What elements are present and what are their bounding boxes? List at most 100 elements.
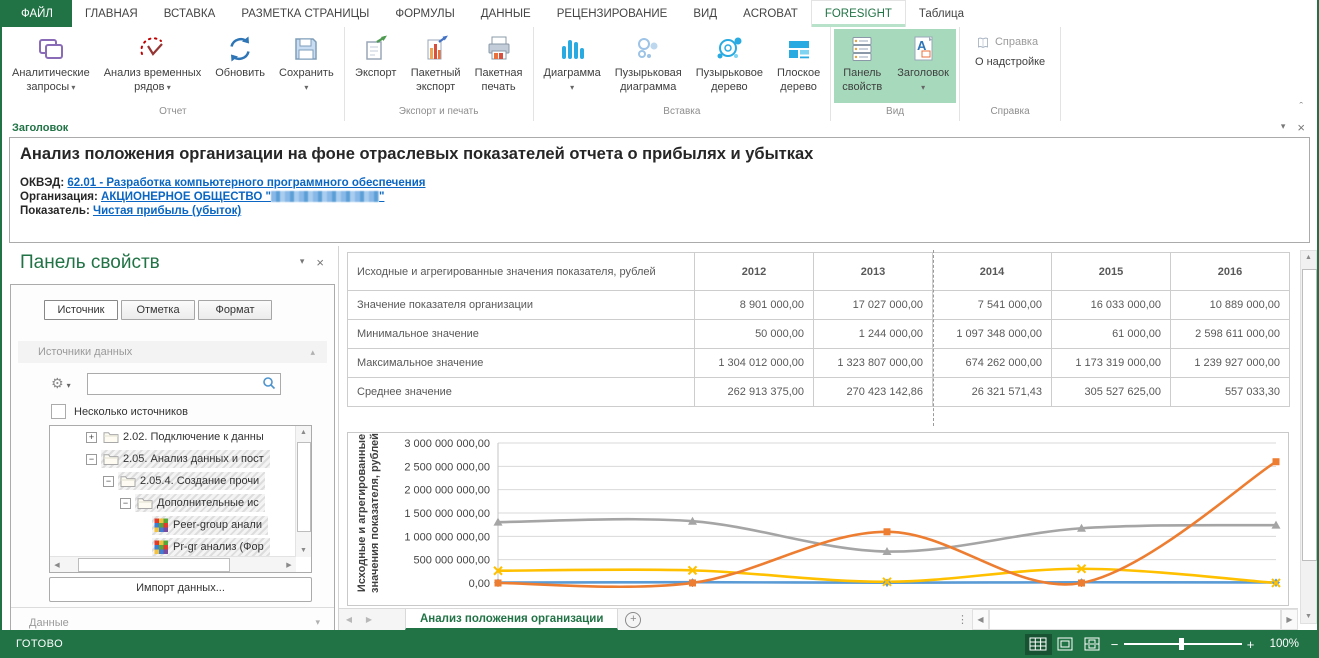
- import-data-button[interactable]: Импорт данных...: [49, 577, 312, 602]
- vertical-scrollbar[interactable]: ▲ ▼: [1300, 250, 1317, 624]
- zoom-slider-thumb[interactable]: [1179, 638, 1184, 650]
- page-break-view-icon[interactable]: [1079, 634, 1106, 655]
- scroll-down-icon[interactable]: ▼: [1301, 613, 1316, 620]
- tree-item[interactable]: −2.05. Анализ данных и пост: [50, 448, 311, 470]
- scroll-left-icon[interactable]: ◀: [50, 561, 64, 569]
- ribbon-tab-рецензирование[interactable]: РЕЦЕНЗИРОВАНИЕ: [544, 0, 681, 27]
- scroll-down-icon[interactable]: ▼: [296, 547, 311, 554]
- year-header-cell[interactable]: 2015: [1052, 253, 1171, 291]
- ribbon-tab-таблица[interactable]: Таблица: [906, 0, 977, 27]
- value-cell[interactable]: 557 033,30: [1171, 378, 1290, 407]
- value-cell[interactable]: 26 321 571,43: [933, 378, 1052, 407]
- value-cell[interactable]: 61 000,00: [1052, 320, 1171, 349]
- add-sheet-button[interactable]: +: [618, 609, 648, 630]
- collapse-icon[interactable]: −: [103, 476, 114, 487]
- normal-view-icon[interactable]: [1025, 634, 1052, 655]
- tree-vertical-scrollbar[interactable]: ▲ ▼: [295, 426, 311, 557]
- tree-item[interactable]: −2.05.4. Создание прочи: [50, 470, 311, 492]
- value-cell[interactable]: 16 033 000,00: [1052, 291, 1171, 320]
- value-cell[interactable]: 50 000,00: [695, 320, 814, 349]
- tab-splitter-icon[interactable]: ⋮: [953, 609, 972, 630]
- search-input[interactable]: [91, 375, 255, 393]
- sources-section-header[interactable]: Источники данных▴: [18, 341, 327, 363]
- analytical-queries-button[interactable]: Аналитическиезапросы ▾: [5, 29, 97, 103]
- scroll-up-icon[interactable]: ▲: [296, 429, 311, 436]
- year-header-cell[interactable]: 2013: [814, 253, 933, 291]
- row-label-cell[interactable]: Значение показателя организации: [348, 291, 695, 320]
- sheet-tab-active[interactable]: Анализ положения организации: [405, 609, 618, 630]
- zoom-level[interactable]: 100%: [1270, 638, 1299, 650]
- time-series-analysis-button[interactable]: Анализ временныхрядов ▾: [97, 29, 209, 103]
- value-cell[interactable]: 674 262 000,00: [933, 349, 1052, 378]
- chart-button[interactable]: Диаграмма▾: [537, 29, 608, 103]
- properties-panel-menu-icon[interactable]: ▾: [300, 256, 305, 269]
- bubble-tree-button[interactable]: Пузырьковоедерево: [689, 29, 770, 103]
- year-header-cell[interactable]: 2012: [695, 253, 814, 291]
- scroll-up-icon[interactable]: ▲: [1301, 254, 1316, 261]
- collapse-ribbon-icon[interactable]: ˆ: [1299, 101, 1303, 113]
- tree-item[interactable]: Pr-gr анализ (Фор: [50, 536, 311, 558]
- collapse-icon[interactable]: −: [86, 454, 97, 465]
- properties-tab-отметка[interactable]: Отметка: [121, 300, 195, 320]
- batch-export-button[interactable]: Пакетныйэкспорт: [404, 29, 468, 103]
- search-icon[interactable]: [262, 376, 276, 395]
- zoom-out-button[interactable]: −: [1106, 637, 1124, 652]
- value-cell[interactable]: 1 244 000,00: [814, 320, 933, 349]
- tree-vscroll-thumb[interactable]: [297, 442, 311, 532]
- value-cell[interactable]: 305 527 625,00: [1052, 378, 1171, 407]
- page-layout-view-icon[interactable]: [1052, 634, 1079, 655]
- okved-link[interactable]: 62.01 - Разработка компьютерного програм…: [67, 177, 425, 189]
- ribbon-tab-разметка-страницы[interactable]: РАЗМЕТКА СТРАНИЦЫ: [228, 0, 382, 27]
- header-button[interactable]: AЗаголовок▾: [890, 29, 956, 103]
- ribbon-tab-формулы[interactable]: ФОРМУЛЫ: [382, 0, 467, 27]
- value-cell[interactable]: 1 239 927 000,00: [1171, 349, 1290, 378]
- properties-panel-close-icon[interactable]: ×: [316, 256, 324, 269]
- value-cell[interactable]: 8 901 000,00: [695, 291, 814, 320]
- hscroll-thumb[interactable]: [989, 609, 1281, 630]
- organization-link[interactable]: АКЦИОНЕРНОЕ ОБЩЕСТВО "": [101, 191, 384, 203]
- tree-item[interactable]: −Дополнительные ис: [50, 492, 311, 514]
- hscroll-right-icon[interactable]: ▶: [1281, 609, 1298, 630]
- value-cell[interactable]: 7 541 000,00: [933, 291, 1052, 320]
- value-cell[interactable]: 1 173 319 000,00: [1052, 349, 1171, 378]
- multiple-sources-checkbox[interactable]: [51, 404, 66, 419]
- ribbon-tab-acrobat[interactable]: ACROBAT: [730, 0, 811, 27]
- vscroll-thumb[interactable]: [1302, 269, 1317, 561]
- tree-horizontal-scrollbar[interactable]: ◀ ▶: [50, 556, 296, 572]
- bubble-chart-button[interactable]: Пузырьковаядиаграмма: [608, 29, 689, 103]
- value-cell[interactable]: 1 323 807 000,00: [814, 349, 933, 378]
- properties-tab-формат[interactable]: Формат: [198, 300, 272, 320]
- about-addin-button[interactable]: О надстройке: [971, 53, 1049, 73]
- tree-item[interactable]: Peer-group анали: [50, 514, 311, 536]
- help-button[interactable]: Справка: [971, 33, 1042, 53]
- value-cell[interactable]: 1 304 012 000,00: [695, 349, 814, 378]
- properties-panel-button[interactable]: Панельсвойств: [834, 29, 890, 103]
- ribbon-tab-foresight[interactable]: FORESIGHT: [811, 0, 906, 27]
- flat-tree-button[interactable]: Плоскоедерево: [770, 29, 827, 103]
- tree-hscroll-thumb[interactable]: [78, 558, 230, 572]
- year-header-cell[interactable]: 2014: [933, 253, 1052, 291]
- value-cell[interactable]: 17 027 000,00: [814, 291, 933, 320]
- refresh-button[interactable]: Обновить: [208, 29, 272, 103]
- value-cell[interactable]: 270 423 142,86: [814, 378, 933, 407]
- export-button[interactable]: Экспорт: [348, 29, 404, 103]
- batch-print-button[interactable]: Пакетнаяпечать: [468, 29, 530, 103]
- table-title-cell[interactable]: Исходные и агрегированные значения показ…: [348, 253, 695, 291]
- ribbon-tab-вид[interactable]: ВИД: [680, 0, 730, 27]
- chart[interactable]: 0,00500 000 000,001 000 000 000,001 500 …: [347, 432, 1289, 606]
- value-cell[interactable]: 2 598 611 000,00: [1171, 320, 1290, 349]
- hscroll-left-icon[interactable]: ◀: [972, 609, 989, 630]
- row-label-cell[interactable]: Максимальное значение: [348, 349, 695, 378]
- indicator-link[interactable]: Чистая прибыль (убыток): [93, 205, 241, 217]
- scroll-right-icon[interactable]: ▶: [282, 561, 296, 569]
- data-section-header[interactable]: Данные▾: [11, 607, 334, 629]
- properties-tab-источник[interactable]: Источник: [44, 300, 118, 320]
- year-header-cell[interactable]: 2016: [1171, 253, 1290, 291]
- header-panel-menu-icon[interactable]: ▾: [1281, 121, 1286, 134]
- sheet-nav-right-icon[interactable]: ▶: [359, 609, 379, 630]
- tree-item[interactable]: +2.02. Подключение к данны: [50, 426, 311, 448]
- collapse-icon[interactable]: −: [120, 498, 131, 509]
- gear-icon[interactable]: ⚙▾: [51, 376, 71, 392]
- header-panel-close-icon[interactable]: ×: [1297, 121, 1305, 134]
- sheet-nav-left-icon[interactable]: ◀: [339, 609, 359, 630]
